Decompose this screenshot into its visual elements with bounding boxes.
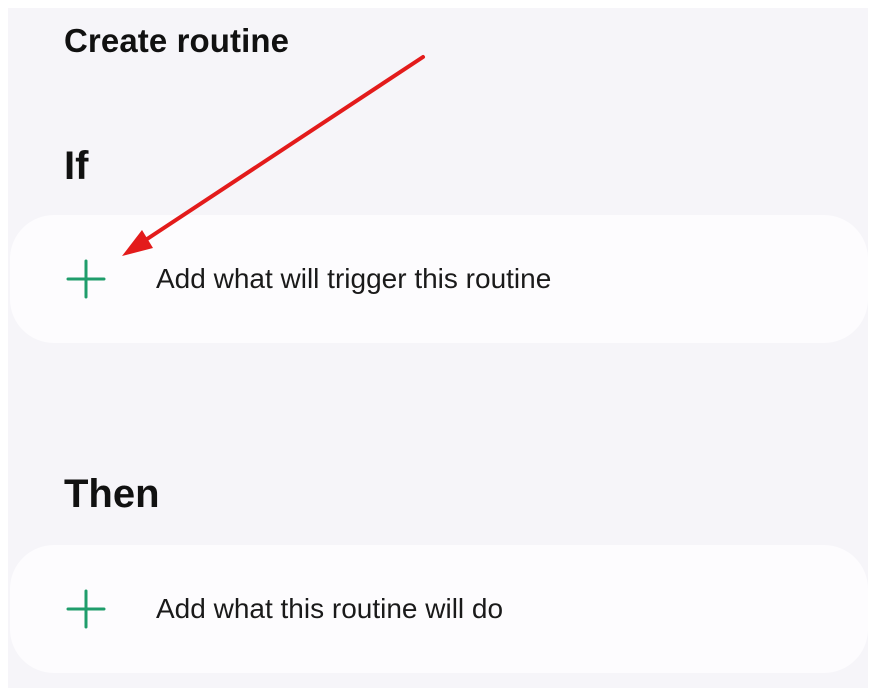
plus-icon: [66, 259, 106, 299]
page-title: Create routine: [64, 22, 290, 59]
add-action-button[interactable]: Add what this routine will do: [10, 545, 868, 673]
add-action-label: Add what this routine will do: [156, 593, 504, 624]
if-section-title: If: [64, 144, 89, 188]
create-routine-screen: Create routine If Add what will trigger …: [8, 8, 868, 688]
add-trigger-label: Add what will trigger this routine: [156, 263, 552, 294]
then-section-title: Then: [64, 472, 160, 516]
add-trigger-button[interactable]: Add what will trigger this routine: [10, 215, 868, 343]
plus-icon: [66, 589, 106, 629]
